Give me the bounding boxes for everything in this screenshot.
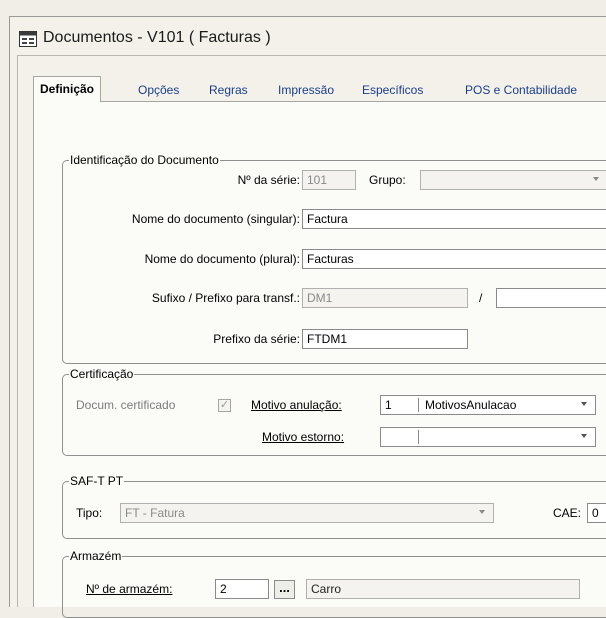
group-title-armazem: Armazém — [69, 548, 123, 564]
motivo-anulacao-code: 1 — [385, 398, 392, 412]
window-title: Documentos - V101 ( Facturas ) — [43, 29, 271, 46]
tipo-value: FT - Fatura — [125, 506, 185, 520]
group-title-identificacao: Identificação do Documento — [69, 152, 220, 168]
prefixo-transf-input[interactable] — [496, 288, 606, 308]
nome-plural-input[interactable]: Facturas — [302, 249, 606, 269]
motivo-estorno-label: Motivo estorno: — [262, 430, 345, 444]
motivo-anulacao-desc: MotivosAnulacao — [425, 398, 517, 412]
nome-singular-input[interactable]: Factura — [302, 209, 606, 229]
nome-plural-label: Nome do documento (plural): — [144, 252, 300, 266]
group-title-certificacao: Certificação — [69, 366, 135, 382]
tab-opcoes[interactable]: Opções — [138, 81, 179, 99]
armazem-input[interactable]: 2 — [215, 579, 269, 599]
sufixo-label: Sufixo / Prefixo para transf.: — [151, 291, 300, 305]
cae-label: CAE: — [553, 506, 582, 520]
motivo-estorno-combo[interactable] — [380, 427, 596, 447]
prefixo-serie-label: Prefixo da série: — [213, 332, 300, 346]
tipo-combo[interactable]: FT - Fatura — [120, 503, 494, 523]
title-bar: Documentos - V101 ( Facturas ) — [10, 17, 606, 55]
chevron-down-icon — [479, 510, 485, 514]
tab-bar: Definição Opções Regras Impressão Especí… — [24, 76, 606, 102]
window-icon — [19, 31, 37, 47]
motivo-anulacao-label: Motivo anulação: — [251, 398, 342, 412]
sufixo-input[interactable]: DM1 — [302, 288, 468, 308]
chevron-down-icon — [581, 402, 587, 406]
combo-separator — [418, 430, 419, 444]
chevron-down-icon — [593, 177, 599, 181]
armazem-nome-field: Carro — [306, 579, 580, 599]
certificado-checkbox[interactable]: ✓ — [218, 399, 231, 412]
tab-pos-contabilidade[interactable]: POS e Contabilidade — [465, 81, 577, 99]
certificado-label: Docum. certificado — [76, 398, 176, 412]
grupo-combo[interactable] — [420, 170, 606, 190]
group-title-saft: SAF-T PT — [69, 473, 125, 489]
motivo-anulacao-combo[interactable]: 1 MotivosAnulacao — [380, 395, 596, 415]
armazem-label: Nº de armazém: — [86, 582, 173, 596]
sufixo-separator: / — [479, 291, 483, 305]
nome-singular-label: Nome do documento (singular): — [131, 212, 300, 226]
combo-separator — [418, 398, 419, 412]
tab-definicao[interactable]: Definição — [33, 76, 102, 102]
tab-impressao[interactable]: Impressão — [278, 81, 334, 99]
grupo-label: Grupo: — [369, 173, 406, 187]
cae-input[interactable]: 0 — [587, 503, 606, 523]
prefixo-serie-input[interactable]: FTDM1 — [302, 329, 468, 349]
tab-content-definicao: Identificação do Documento Nº da série: … — [33, 101, 606, 618]
serie-label: Nº da série: — [237, 173, 300, 187]
tipo-label: Tipo: — [76, 506, 103, 520]
armazem-browse-button[interactable]: ... — [274, 580, 295, 599]
tab-especificos[interactable]: Específicos — [362, 81, 423, 99]
chevron-down-icon — [581, 434, 587, 438]
serie-field[interactable]: 101 — [302, 170, 356, 190]
tab-regras[interactable]: Regras — [209, 81, 248, 99]
